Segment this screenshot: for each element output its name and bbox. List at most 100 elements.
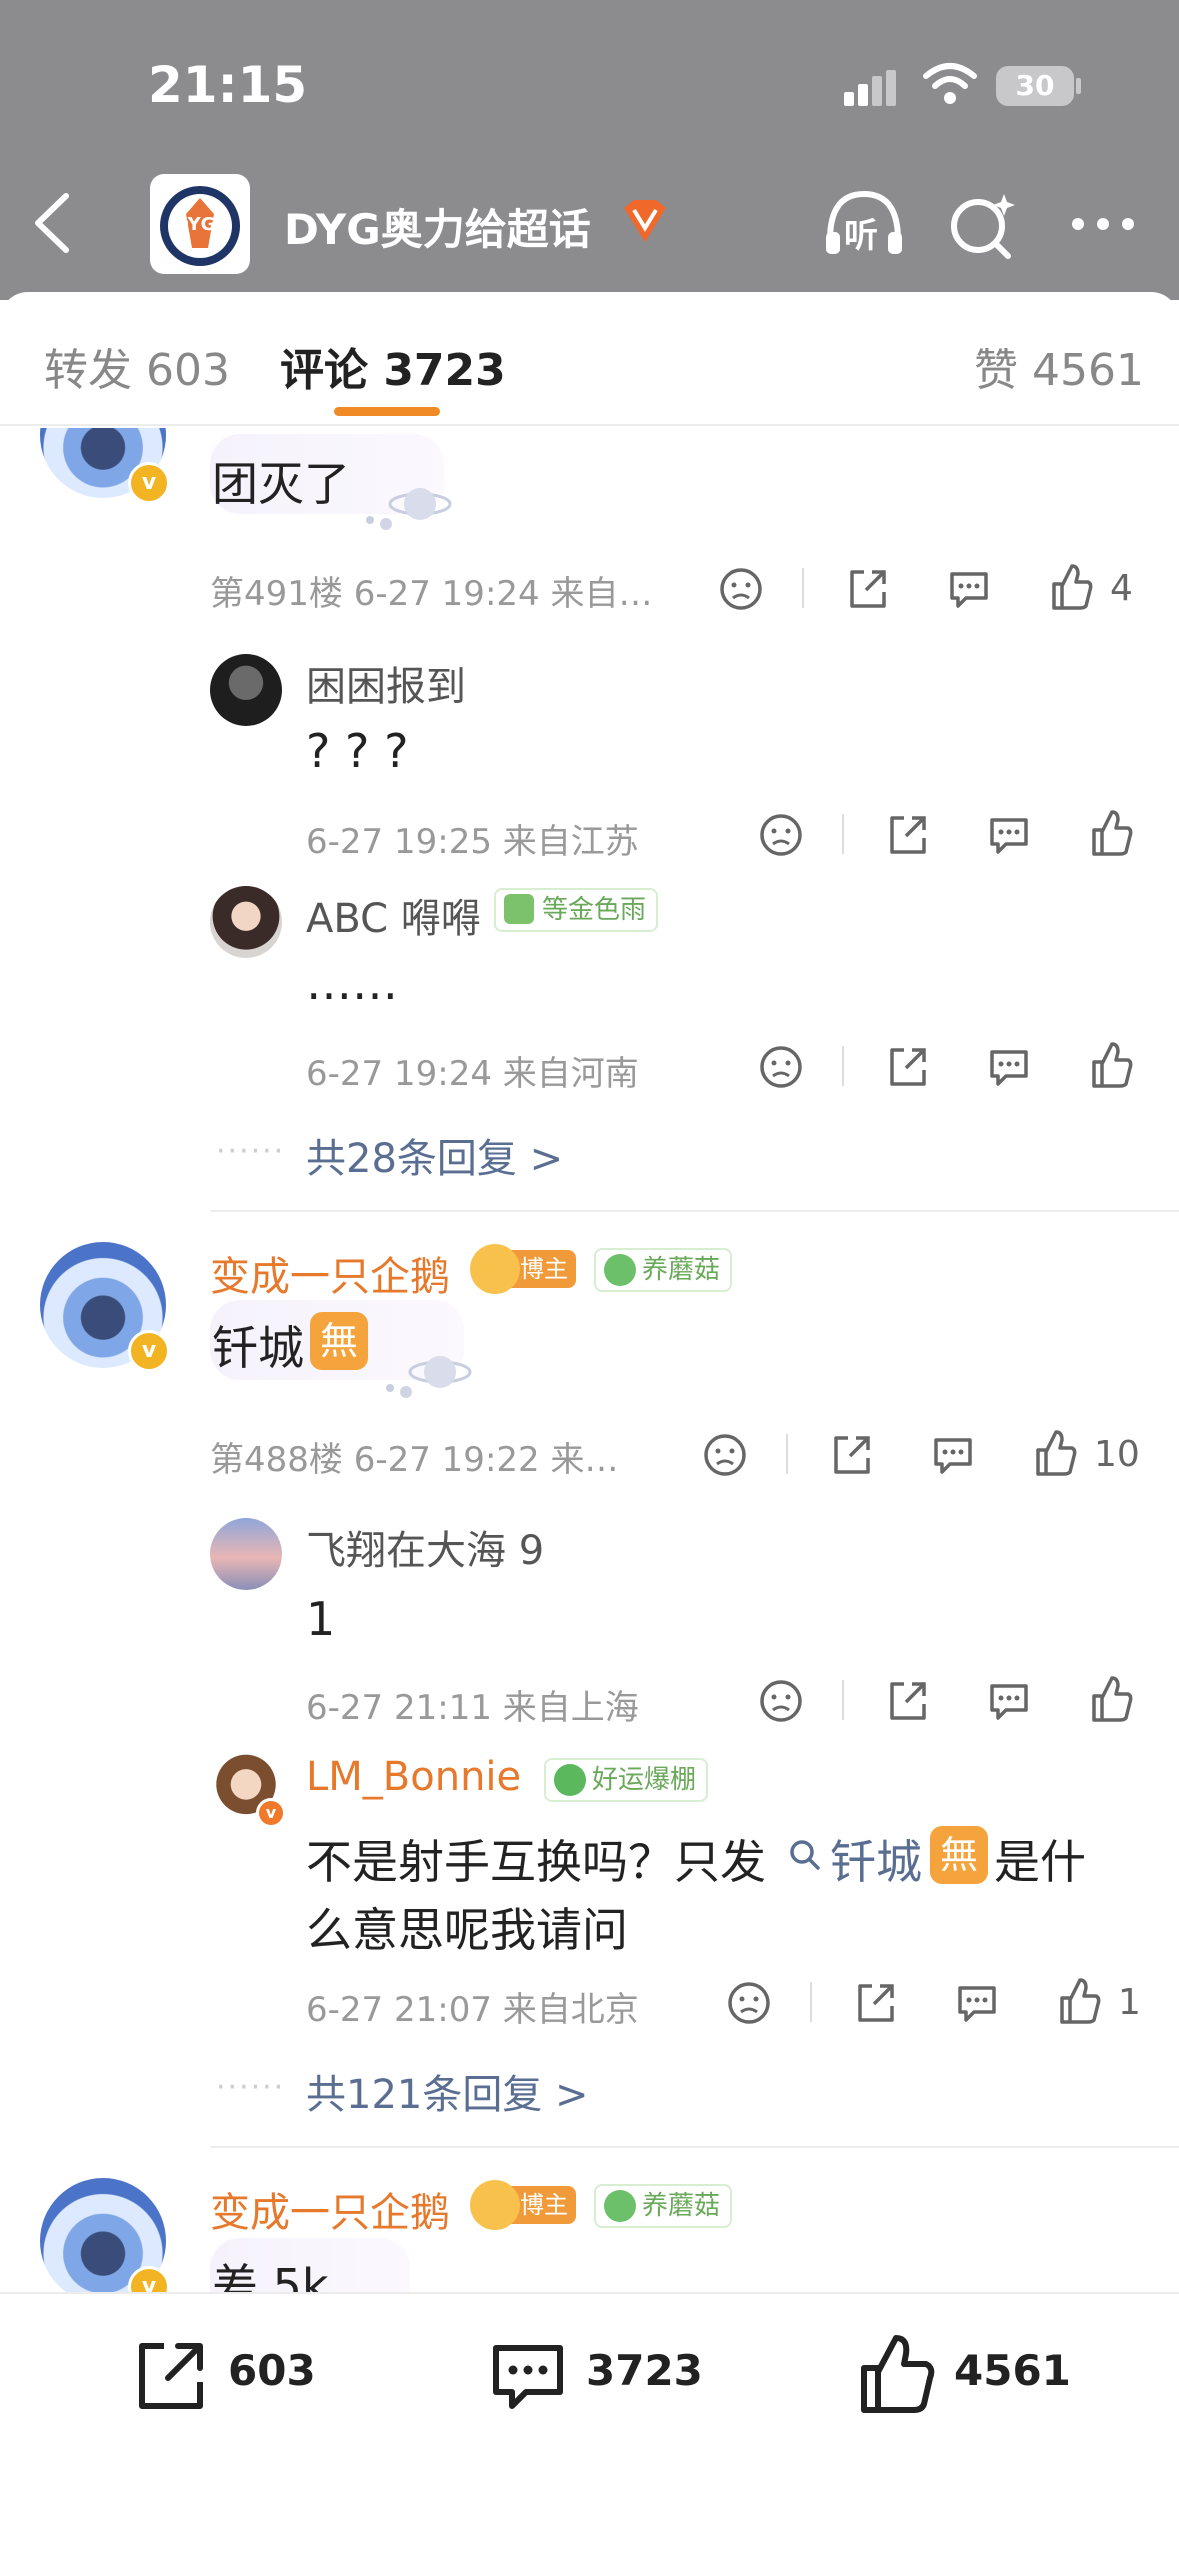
avatar[interactable] <box>210 1518 282 1590</box>
user-tag: 等金色雨 <box>494 888 659 932</box>
more-replies-dots: ······ <box>216 1134 286 1169</box>
avatar[interactable] <box>210 654 282 726</box>
like-thumb-icon[interactable] <box>1088 1040 1134 1090</box>
blogger-badge-label: 博主 <box>520 2191 568 2219</box>
repost-count[interactable]: 603 <box>228 2346 316 2395</box>
reply-text[interactable]: 不是射手互换吗？只发 <box>306 1826 766 1892</box>
reply-text-line2[interactable]: 么意思呢我请问 <box>306 1894 628 1960</box>
battery-tip <box>1076 78 1081 94</box>
share-icon[interactable] <box>828 1432 874 1478</box>
bottom-divider <box>0 2292 1179 2294</box>
share-icon[interactable] <box>844 566 890 612</box>
topic-link[interactable]: 钎城 <box>830 1826 922 1892</box>
mushroom-icon <box>604 2190 636 2222</box>
avatar[interactable] <box>210 886 282 958</box>
tab-like[interactable]: 赞 4561 <box>974 334 1144 398</box>
status-time: 21:15 <box>148 56 308 114</box>
user-tag-label: 养蘑菇 <box>642 1255 721 1285</box>
dislike-face-icon[interactable] <box>758 812 804 858</box>
dislike-face-icon[interactable] <box>726 1980 772 2026</box>
user-tag-label: 养蘑菇 <box>642 2191 721 2221</box>
blogger-badge: 博主 <box>470 1244 576 1294</box>
reply-icon[interactable] <box>986 1678 1032 1724</box>
repost-icon[interactable] <box>130 2336 210 2416</box>
reply-icon[interactable] <box>930 1432 976 1478</box>
active-tab-indicator <box>334 407 440 416</box>
share-icon[interactable] <box>884 1678 930 1724</box>
dislike-face-icon[interactable] <box>702 1432 748 1478</box>
view-more-replies-link[interactable]: 共121条回复 > <box>306 2062 589 2120</box>
comment-author[interactable]: 变成一只企鹅 <box>210 2180 450 2238</box>
like-thumb-icon[interactable] <box>1056 1976 1102 2026</box>
wu-emoji: 無 <box>310 1312 368 1370</box>
reply-icon[interactable] <box>946 566 992 612</box>
reply-text-cont[interactable]: 是什 <box>994 1826 1086 1892</box>
back-arrow-icon[interactable] <box>30 190 74 256</box>
comment-text[interactable]: 钎城 <box>212 1312 304 1378</box>
wifi-icon <box>923 63 977 104</box>
separator <box>842 1680 844 1720</box>
share-icon[interactable] <box>852 1980 898 2026</box>
page-title[interactable]: DYG奥力给超话 <box>284 196 591 257</box>
search-icon[interactable] <box>946 190 1020 264</box>
dislike-face-icon[interactable] <box>718 566 764 612</box>
like-thumb-icon[interactable] <box>1088 1674 1134 1724</box>
comments-sheet <box>0 292 1179 2556</box>
comment-text[interactable]: 团灭了 <box>212 448 350 514</box>
blogger-badge-label: 博主 <box>520 1255 568 1283</box>
comment-count[interactable]: 3723 <box>586 2346 703 2395</box>
topic-search-icon <box>790 1840 820 1870</box>
bottom-action-bar <box>0 2294 1179 2556</box>
separator <box>786 1434 788 1474</box>
separator <box>842 814 844 854</box>
view-more-replies-link[interactable]: 共28条回复 > <box>306 1126 563 1184</box>
cellular-signal-icon <box>844 70 896 106</box>
reply-text[interactable]: …… <box>306 956 398 1010</box>
like-count-total[interactable]: 4561 <box>954 2346 1071 2395</box>
reply-icon[interactable] <box>954 1980 1000 2026</box>
tab-divider <box>0 424 1179 426</box>
share-icon[interactable] <box>884 812 930 858</box>
comment-icon[interactable] <box>488 2336 568 2416</box>
reply-icon[interactable] <box>986 1044 1032 1090</box>
comment-divider <box>210 1210 1179 1212</box>
dislike-face-icon[interactable] <box>758 1044 804 1090</box>
wu-emoji: 無 <box>930 1826 988 1884</box>
reply-author[interactable]: 飞翔在大海 9 <box>306 1518 544 1576</box>
share-icon[interactable] <box>884 1044 930 1090</box>
verified-badge: v <box>128 1330 170 1372</box>
like-thumb-icon[interactable] <box>1048 562 1094 612</box>
more-options-icon[interactable] <box>1068 214 1138 234</box>
tab-comment[interactable]: 评论 3723 <box>280 334 506 398</box>
reply-author[interactable]: ABC 嘚嘚 <box>306 886 481 944</box>
like-thumb-icon[interactable] <box>1032 1428 1078 1478</box>
like-count: 10 <box>1094 1434 1140 1475</box>
comment-meta: 第491楼 6-27 19:24 来自… <box>210 574 653 614</box>
comment-author[interactable]: 变成一只企鹅 <box>210 1244 450 1302</box>
like-icon[interactable] <box>856 2332 936 2416</box>
like-thumb-icon[interactable] <box>1088 808 1134 858</box>
reply-author[interactable]: 困困报到 <box>306 654 466 712</box>
user-tag: 养蘑菇 <box>594 2184 733 2228</box>
separator <box>802 568 804 608</box>
verified-badge: v <box>128 462 170 504</box>
reply-text[interactable]: ? ? ? <box>306 724 409 778</box>
reply-author[interactable]: LM_Bonnie <box>306 1754 521 1800</box>
planet-decoration-icon <box>366 488 452 530</box>
tab-repost[interactable]: 转发 603 <box>44 334 230 398</box>
listen-label: 听 <box>844 216 878 256</box>
comment-divider <box>210 2146 1179 2148</box>
more-replies-dots: ······ <box>216 2070 286 2105</box>
battery-indicator: 30 <box>996 66 1074 106</box>
comment-meta: 第488楼 6-27 19:22 来… <box>210 1440 619 1480</box>
crown-icon <box>470 1244 520 1294</box>
reply-text[interactable]: 1 <box>306 1592 335 1646</box>
like-count: 1 <box>1118 1982 1141 2023</box>
logo-text: DYG <box>174 214 216 235</box>
crown-icon <box>470 2180 520 2230</box>
separator <box>810 1982 812 2022</box>
gem-icon <box>624 200 666 242</box>
separator <box>842 1046 844 1086</box>
dislike-face-icon[interactable] <box>758 1678 804 1724</box>
reply-icon[interactable] <box>986 812 1032 858</box>
